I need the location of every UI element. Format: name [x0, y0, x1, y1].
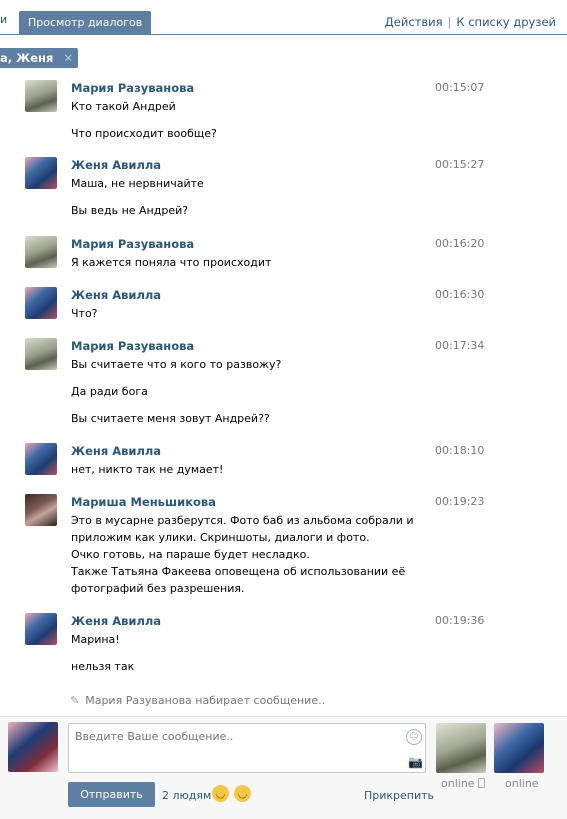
sender-avatar[interactable]	[25, 287, 57, 319]
friends-list-link[interactable]: К списку друзей	[456, 15, 556, 29]
sender-avatar[interactable]	[25, 338, 57, 370]
message-text: Маша, не нервничайте	[71, 177, 204, 190]
message-text: фотографий без разрешения.	[71, 582, 245, 595]
attach-link[interactable]: Прикрепить	[364, 789, 434, 802]
message-time: 00:15:07	[435, 81, 485, 94]
sender-name[interactable]: Мария Разуванова	[71, 237, 194, 251]
message-text: Вы считаете меня зовут Андрей??	[71, 412, 270, 425]
recipients-count-link[interactable]: 2 людям	[162, 789, 211, 802]
peer-avatar-maria[interactable]	[436, 723, 486, 773]
recipients-chip[interactable]: а, Женя ✕	[0, 48, 78, 68]
sender-avatar[interactable]	[25, 443, 57, 475]
message-text: приложим как улики. Скриншоты, диалоги и…	[71, 531, 370, 544]
tab-previous[interactable]: и	[0, 13, 7, 26]
typing-text: Мария Разуванова набирает сообщение..	[85, 694, 326, 707]
sender-name[interactable]: Женя Авилла	[71, 158, 161, 172]
smile-icon[interactable]: ☺	[406, 729, 422, 745]
message-time: 00:16:20	[435, 237, 485, 250]
message-time: 00:19:23	[435, 495, 485, 508]
sender-avatar[interactable]	[25, 157, 57, 189]
message-text: Очко готовь, на параше будет несладко.	[71, 548, 310, 561]
tab-bar: и Просмотр диалогов Действия | К списку др…	[0, 0, 567, 35]
message-text: нет, никто так не думает!	[71, 463, 224, 476]
my-avatar[interactable]	[8, 722, 58, 772]
message-text: Кто такой Андрей	[71, 100, 176, 113]
sender-avatar[interactable]	[25, 613, 57, 645]
message-text: Это в мусарне разберутся. Фото баб из ал…	[71, 514, 414, 527]
sender-name[interactable]: Мария Разуванова	[71, 339, 194, 353]
message-text: Что?	[71, 307, 98, 320]
recipients-chip-label: а, Женя	[0, 51, 54, 65]
phone-icon	[477, 778, 485, 788]
header-actions: Действия | К списку друзей	[385, 15, 556, 29]
close-icon[interactable]: ✕	[63, 48, 73, 68]
camera-icon[interactable]: 📷	[408, 755, 423, 769]
message-time: 00:16:30	[435, 288, 485, 301]
sender-name[interactable]: Женя Авилла	[71, 288, 161, 302]
peer-status-zhenya: online	[505, 777, 539, 790]
message-time: 00:19:36	[435, 614, 485, 627]
sender-name[interactable]: Женя Авилла	[71, 444, 161, 458]
message-text: Что происходит вообще?	[71, 127, 217, 140]
sender-avatar[interactable]	[25, 236, 57, 268]
peer-status-maria: online	[441, 777, 485, 790]
sender-name[interactable]: Мариша Меньшикова	[71, 495, 216, 509]
send-button[interactable]: Отправить	[68, 782, 155, 807]
message-time: 00:15:27	[435, 158, 485, 171]
actions-separator: |	[447, 15, 452, 29]
sender-name[interactable]: Женя Авилла	[71, 614, 161, 628]
message-text: Также Татьяна Факеева оповещена об испол…	[71, 565, 406, 578]
sender-name[interactable]: Мария Разуванова	[71, 81, 194, 95]
tab-dialogs[interactable]: Просмотр диалогов	[19, 11, 152, 34]
message-text: Вы ведь не Андрей?	[71, 204, 189, 217]
actions-link[interactable]: Действия	[385, 15, 443, 29]
peer-status-text: online	[441, 777, 475, 790]
emoji-kiss-icon[interactable]: ◡	[234, 785, 251, 802]
pencil-icon: ✎	[70, 694, 80, 707]
message-time: 00:18:10	[435, 444, 485, 457]
message-input-box[interactable]: ☺ 📷	[68, 723, 426, 773]
peer-avatar-zhenya[interactable]	[494, 723, 544, 773]
sender-avatar[interactable]	[25, 494, 57, 526]
message-text: Да ради бога	[71, 385, 148, 398]
message-text: нельзя так	[71, 660, 135, 673]
typing-indicator: ✎ Мария Разуванова набирает сообщение..	[70, 694, 325, 707]
message-text: Вы считаете что я кого то развожу?	[71, 358, 282, 371]
message-text: Марина!	[71, 633, 120, 646]
message-time: 00:17:34	[435, 339, 485, 352]
message-input[interactable]	[73, 728, 402, 772]
sender-avatar[interactable]	[25, 80, 57, 112]
emoji-smile-icon[interactable]: ◡	[212, 785, 229, 802]
message-text: Я кажется поняла что происходит	[71, 256, 272, 269]
